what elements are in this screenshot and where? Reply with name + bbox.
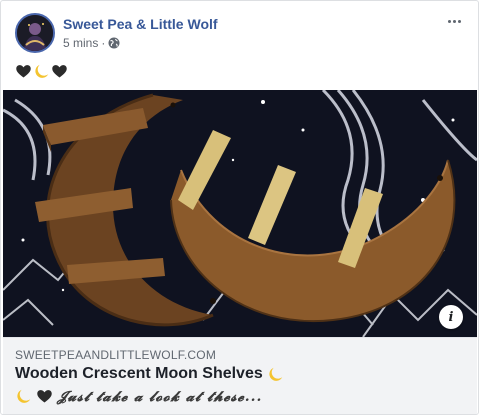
post-header: Sweet Pea & Little Wolf 5 mins · xyxy=(15,13,466,53)
black-heart-icon xyxy=(16,64,31,77)
link-domain: SWEETPEAANDLITTLEWOLF.COM xyxy=(15,348,217,362)
link-preview-image[interactable]: i xyxy=(3,90,477,337)
post-timestamp[interactable]: 5 mins xyxy=(63,36,98,50)
link-description-text: 𝓙𝓾𝓼𝓽 𝓽𝓪𝓴𝓮 𝓪 𝓵𝓸𝓸𝓴 𝓪𝓽 𝓽𝓱𝓮𝓼𝓮... xyxy=(57,388,263,405)
avatar-image xyxy=(17,15,53,51)
globe-icon[interactable] xyxy=(108,37,120,49)
more-dots-icon xyxy=(447,19,451,23)
page-avatar[interactable] xyxy=(15,13,55,53)
more-dot xyxy=(457,19,461,23)
meta-separator: · xyxy=(101,36,106,50)
more-options-button[interactable] xyxy=(442,13,466,29)
black-heart-icon xyxy=(37,390,52,403)
post-meta: 5 mins · xyxy=(63,36,120,50)
info-icon[interactable]: i xyxy=(439,305,463,329)
black-heart-icon xyxy=(52,64,67,77)
link-preview-card[interactable]: SWEETPEAANDLITTLEWOLF.COM Wooden Crescen… xyxy=(3,337,477,414)
link-title-text: Wooden Crescent Moon Shelves xyxy=(15,365,263,382)
moon-shelves-photo xyxy=(3,90,477,337)
more-dot xyxy=(452,19,456,23)
crescent-moon-icon xyxy=(35,64,49,78)
feed-post: Sweet Pea & Little Wolf 5 mins · i SWEET… xyxy=(0,0,479,415)
crescent-moon-icon xyxy=(269,367,283,381)
post-text xyxy=(15,61,68,81)
author-name[interactable]: Sweet Pea & Little Wolf xyxy=(63,16,218,32)
link-title: Wooden Crescent Moon Shelves xyxy=(15,365,284,383)
crescent-moon-icon xyxy=(17,389,31,403)
link-description: 𝓙𝓾𝓼𝓽 𝓽𝓪𝓴𝓮 𝓪 𝓵𝓸𝓸𝓴 𝓪𝓽 𝓽𝓱𝓮𝓼𝓮... xyxy=(15,388,262,405)
